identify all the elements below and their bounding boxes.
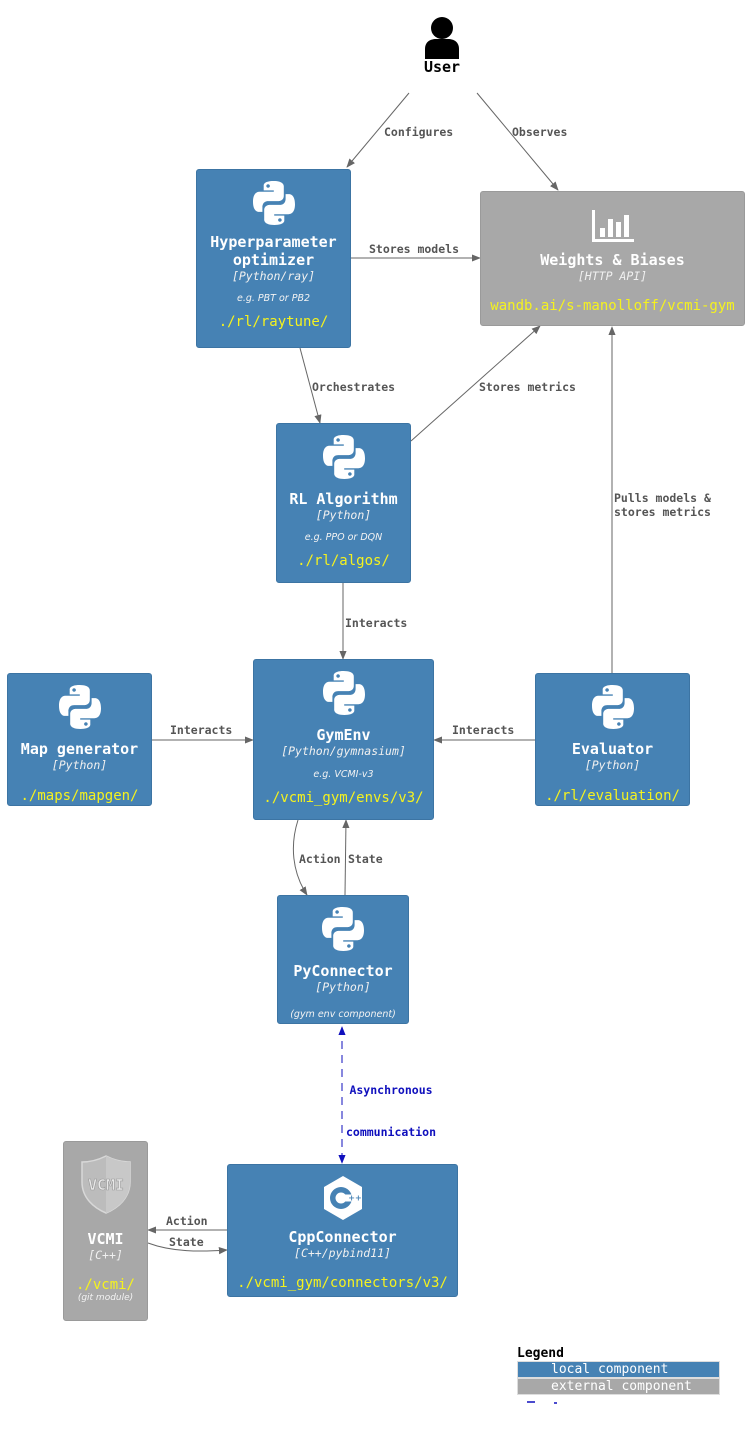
person-icon <box>425 17 459 59</box>
node-title: Weights & Biases <box>540 251 685 269</box>
edge-label-rl-interacts: Interacts <box>345 616 408 630</box>
edge-label-vcmi-action: Action <box>166 1214 208 1228</box>
node-tech: [Python] <box>51 758 108 772</box>
python-icon <box>320 669 368 717</box>
legend-title: Legend <box>517 1346 564 1361</box>
edge-label-eval-interacts: Interacts <box>452 723 515 737</box>
node-pyconnector[interactable]: PyConnector [Python] (gym env component) <box>277 895 409 1024</box>
bar-chart-icon <box>591 210 634 242</box>
node-tech: [C++] <box>88 1248 123 1262</box>
node-vcmi[interactable]: VCMI VCMI [C++] ./vcmi/ (git module) <box>63 1141 148 1321</box>
edge-label-line: Pulls models & <box>614 491 711 505</box>
edge-label-gym-state: State <box>348 852 383 866</box>
node-tech: [Python] <box>315 980 371 994</box>
node-description: (gym env component) <box>290 1009 396 1020</box>
node-hyperparameter-optimizer[interactable]: Hyperparameter optimizer [Python/ray] e.… <box>196 169 351 348</box>
node-tech: [Python/ray] <box>231 269 316 283</box>
node-title: Hyperparameter <box>210 233 337 251</box>
vcmi-logo-icon: VCMI <box>80 1155 131 1214</box>
node-evaluator[interactable]: Evaluator [Python] ./rl/evaluation/ <box>535 673 690 806</box>
node-description: (git module) <box>77 1293 134 1303</box>
node-path: ./vcmi/ <box>75 1277 135 1293</box>
node-title: Evaluator <box>571 740 654 758</box>
async-label-line: Asynchronous <box>349 1083 433 1097</box>
cpp-icon: ++ <box>323 1176 362 1220</box>
edge-label-pulls-models: Pulls models & stores metrics <box>614 491 711 519</box>
user-label: User <box>423 58 461 76</box>
edge-gym-state <box>342 819 350 896</box>
node-map-generator[interactable]: Map generator [Python] ./maps/mapgen/ <box>7 673 152 806</box>
legend-item-external: external component <box>517 1378 720 1395</box>
node-rl-algorithm[interactable]: RL Algorithm [Python] e.g. PPO or DQN ./… <box>276 423 411 583</box>
python-icon <box>56 683 104 731</box>
edge-label-stores-metrics: Stores metrics <box>479 380 576 394</box>
node-title: VCMI <box>87 1230 124 1248</box>
edge-label-stores-models: Stores models <box>369 242 460 256</box>
node-tech: [Python/gymnasium] <box>281 744 406 758</box>
node-title: PyConnector <box>293 962 393 980</box>
node-tech: [HTTP API] <box>577 269 648 283</box>
node-title: CppConnector <box>288 1228 397 1246</box>
node-path: ./rl/raytune/ <box>218 314 329 330</box>
node-title: optimizer <box>232 251 315 269</box>
python-icon <box>320 433 368 481</box>
node-tech: [Python] <box>584 758 641 772</box>
svg-text:++: ++ <box>348 1194 361 1203</box>
legend-item-local: local component <box>517 1361 720 1378</box>
edge-observes <box>476 92 559 191</box>
svg-text:VCMI: VCMI <box>87 1176 123 1194</box>
node-path: ./rl/evaluation/ <box>545 788 680 804</box>
node-description: e.g. PPO or DQN <box>304 532 383 543</box>
node-path: ./rl/algos/ <box>297 553 390 569</box>
edge-label-mapgen-interacts: Interacts <box>170 723 233 737</box>
edge-label-observes: Observes <box>512 125 568 139</box>
node-path: ./maps/mapgen/ <box>20 788 139 804</box>
python-icon <box>250 179 298 227</box>
node-path[interactable]: wandb.ai/s-manolloff/vcmi-gym <box>481 298 744 314</box>
node-tech: [Python] <box>315 508 372 522</box>
node-cppconnector[interactable]: ++ CppConnector [C++/pybind11] ./vcmi_gy… <box>227 1164 458 1297</box>
python-icon <box>319 905 367 953</box>
legend: Legend local component external componen… <box>517 1346 720 1395</box>
node-title: GymEnv <box>316 726 371 744</box>
node-path: ./vcmi_gym/envs/v3/ <box>263 790 424 806</box>
async-label-line: communication <box>345 1125 436 1139</box>
node-title: RL Algorithm <box>289 490 398 508</box>
node-gymenv[interactable]: GymEnv [Python/gymnasium] e.g. VCMI-v3 .… <box>253 659 434 820</box>
edge-label-gym-action: Action <box>299 852 341 866</box>
node-description: e.g. VCMI-v3 <box>313 769 374 780</box>
edge-label-configures: Configures <box>384 125 454 139</box>
node-tech: [C++/pybind11] <box>294 1246 391 1260</box>
edge-label-vcmi-state: State <box>169 1235 204 1249</box>
user-actor: User <box>412 16 472 76</box>
node-path: ./vcmi_gym/connectors/v3/ <box>237 1275 448 1291</box>
node-weights-and-biases[interactable]: Weights & Biases [HTTP API] wandb.ai/s-m… <box>480 191 745 326</box>
node-description: e.g. PBT or PB2 <box>236 293 311 304</box>
node-title: Map generator <box>20 740 139 758</box>
python-icon <box>589 683 637 731</box>
edge-label-orchestrates: Orchestrates <box>312 380 396 394</box>
edge-label-line: stores metrics <box>614 505 711 519</box>
